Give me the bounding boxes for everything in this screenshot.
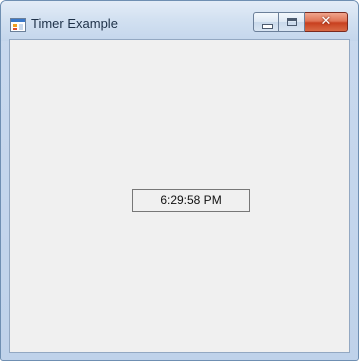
minimize-button[interactable]: [253, 12, 279, 32]
title-bar[interactable]: Timer Example ✕: [1, 1, 358, 41]
caption-buttons: ✕: [253, 12, 348, 34]
app-icon[interactable]: [10, 18, 26, 32]
form-client-area: 6:29:58 PM: [9, 39, 350, 353]
app-window: Timer Example ✕ 6:29:58 PM: [0, 0, 359, 361]
close-icon: ✕: [320, 14, 332, 29]
window-title: Timer Example: [31, 16, 118, 31]
maximize-button[interactable]: [279, 12, 305, 32]
minimize-icon: [262, 24, 273, 29]
maximize-icon: [287, 18, 297, 26]
close-button[interactable]: ✕: [305, 12, 348, 32]
time-label: 6:29:58 PM: [132, 189, 250, 212]
